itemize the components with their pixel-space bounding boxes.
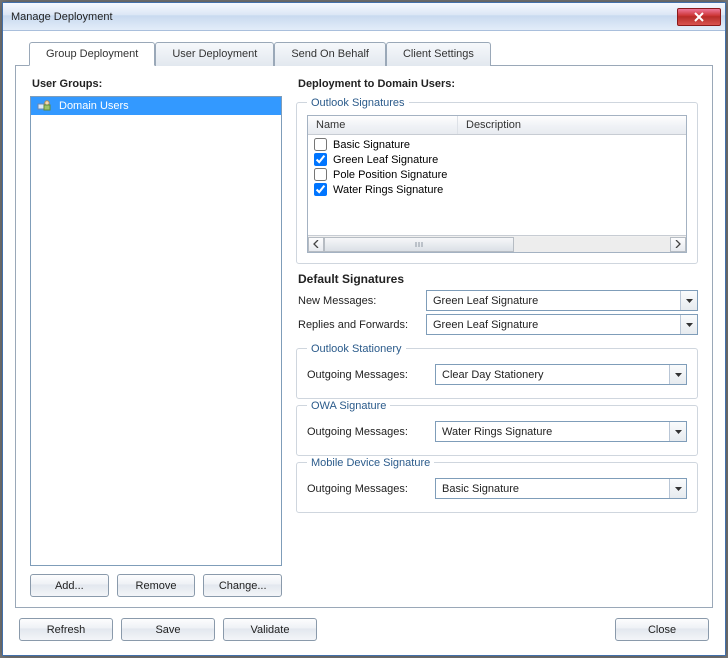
chevron-down-icon[interactable] xyxy=(680,315,697,334)
owa-signature-title: OWA Signature xyxy=(307,400,390,412)
scroll-left-button[interactable] xyxy=(308,237,324,252)
table-row[interactable]: Basic Signature xyxy=(308,137,686,152)
combo-value: Water Rings Signature xyxy=(436,422,669,441)
scroll-track[interactable] xyxy=(324,237,670,252)
signature-checkbox[interactable] xyxy=(314,168,327,181)
col-name[interactable]: Name xyxy=(308,116,458,134)
change-group-button[interactable]: Change... xyxy=(203,574,282,597)
stationery-label: Outgoing Messages: xyxy=(307,369,435,381)
add-group-button[interactable]: Add... xyxy=(30,574,109,597)
user-groups-listbox[interactable]: Domain Users xyxy=(30,96,282,566)
outlook-stationery-title: Outlook Stationery xyxy=(307,343,406,355)
replies-label: Replies and Forwards: xyxy=(298,319,426,331)
col-description[interactable]: Description xyxy=(458,116,529,134)
chevron-down-icon[interactable] xyxy=(669,479,686,498)
close-window-button[interactable] xyxy=(677,8,721,26)
replies-combobox[interactable]: Green Leaf Signature xyxy=(426,314,698,335)
scroll-right-button[interactable] xyxy=(670,237,686,252)
dialog-footer: Refresh Save Validate Close xyxy=(15,608,713,643)
signatures-table: Name Description Basic Signature xyxy=(307,115,687,253)
titlebar: Manage Deployment xyxy=(3,3,725,31)
signatures-table-header: Name Description xyxy=(308,116,686,135)
tab-label: User Deployment xyxy=(172,48,257,60)
outlook-stationery-group: Outlook Stationery Outgoing Messages: Cl… xyxy=(296,348,698,399)
validate-button[interactable]: Validate xyxy=(223,618,317,641)
tab-label: Group Deployment xyxy=(46,48,138,60)
scroll-thumb[interactable] xyxy=(324,237,514,252)
combo-value: Green Leaf Signature xyxy=(427,291,680,310)
table-row[interactable]: Pole Position Signature xyxy=(308,167,686,182)
horizontal-scrollbar[interactable] xyxy=(308,235,686,252)
remove-group-button[interactable]: Remove xyxy=(117,574,196,597)
chevron-down-icon[interactable] xyxy=(669,365,686,384)
outlook-signatures-group: Outlook Signatures Name Description Basi… xyxy=(296,102,698,264)
save-button[interactable]: Save xyxy=(121,618,215,641)
user-groups-panel: User Groups: Domain Users Add... Remove … xyxy=(30,76,282,597)
signature-name: Pole Position Signature xyxy=(333,169,447,181)
close-icon xyxy=(694,12,704,22)
default-signatures-section: Default Signatures New Messages: Green L… xyxy=(298,272,698,338)
signature-checkbox[interactable] xyxy=(314,183,327,196)
tab-client-settings[interactable]: Client Settings xyxy=(386,42,491,66)
chevron-down-icon[interactable] xyxy=(669,422,686,441)
table-row[interactable]: Water Rings Signature xyxy=(308,182,686,197)
stationery-combobox[interactable]: Clear Day Stationery xyxy=(435,364,687,385)
window-title: Manage Deployment xyxy=(11,11,677,23)
user-groups-heading: User Groups: xyxy=(32,78,282,90)
deployment-panel: Deployment to Domain Users: Outlook Sign… xyxy=(296,76,698,597)
owa-combobox[interactable]: Water Rings Signature xyxy=(435,421,687,442)
default-signatures-heading: Default Signatures xyxy=(298,272,698,286)
new-messages-combobox[interactable]: Green Leaf Signature xyxy=(426,290,698,311)
close-button[interactable]: Close xyxy=(615,618,709,641)
tab-strip: Group Deployment User Deployment Send On… xyxy=(29,42,713,66)
signature-checkbox[interactable] xyxy=(314,138,327,151)
table-row[interactable]: Green Leaf Signature xyxy=(308,152,686,167)
group-icon xyxy=(37,99,53,113)
new-messages-label: New Messages: xyxy=(298,295,426,307)
user-groups-buttons: Add... Remove Change... xyxy=(30,574,282,597)
list-item[interactable]: Domain Users xyxy=(31,97,281,115)
combo-value: Basic Signature xyxy=(436,479,669,498)
chevron-down-icon[interactable] xyxy=(680,291,697,310)
mobile-label: Outgoing Messages: xyxy=(307,483,435,495)
tab-user-deployment[interactable]: User Deployment xyxy=(155,42,274,66)
signature-name: Water Rings Signature xyxy=(333,184,443,196)
tab-group-deployment[interactable]: Group Deployment xyxy=(29,42,155,66)
refresh-button[interactable]: Refresh xyxy=(19,618,113,641)
tab-label: Client Settings xyxy=(403,48,474,60)
mobile-signature-title: Mobile Device Signature xyxy=(307,457,434,469)
signature-name: Basic Signature xyxy=(333,139,410,151)
list-item-label: Domain Users xyxy=(59,100,129,112)
owa-signature-group: OWA Signature Outgoing Messages: Water R… xyxy=(296,405,698,456)
owa-label: Outgoing Messages: xyxy=(307,426,435,438)
tab-label: Send On Behalf xyxy=(291,48,369,60)
mobile-signature-group: Mobile Device Signature Outgoing Message… xyxy=(296,462,698,513)
mobile-combobox[interactable]: Basic Signature xyxy=(435,478,687,499)
tab-send-on-behalf[interactable]: Send On Behalf xyxy=(274,42,386,66)
tab-panel-group-deployment: User Groups: Domain Users Add... Remove … xyxy=(15,65,713,608)
dialog-window: Manage Deployment Group Deployment User … xyxy=(2,2,726,656)
outlook-signatures-title: Outlook Signatures xyxy=(307,97,409,109)
signature-name: Green Leaf Signature xyxy=(333,154,438,166)
deployment-heading: Deployment to Domain Users: xyxy=(298,78,698,90)
signature-checkbox[interactable] xyxy=(314,153,327,166)
content-area: Group Deployment User Deployment Send On… xyxy=(3,31,725,655)
combo-value: Clear Day Stationery xyxy=(436,365,669,384)
signatures-rows: Basic Signature Green Leaf Signature Pol… xyxy=(308,135,686,235)
combo-value: Green Leaf Signature xyxy=(427,315,680,334)
footer-spacer xyxy=(325,618,607,641)
